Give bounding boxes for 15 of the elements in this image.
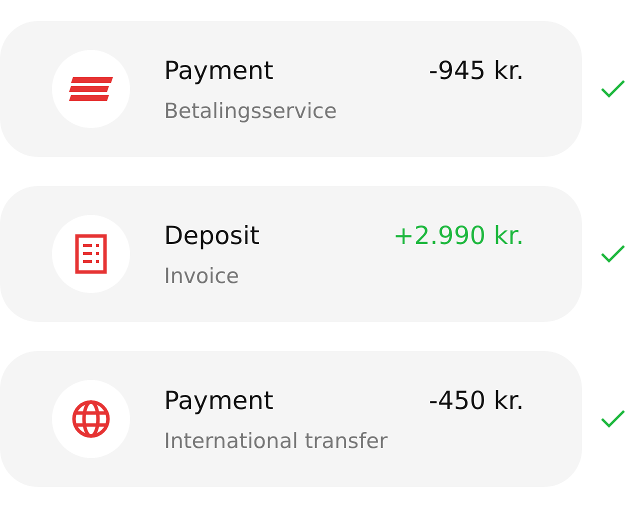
transaction-amount: -945 kr. xyxy=(428,56,524,84)
transaction-title: Payment xyxy=(164,56,274,84)
globe-icon xyxy=(71,399,111,439)
transaction-amount: +2.990 kr. xyxy=(393,220,524,250)
document-list-icon xyxy=(75,234,107,274)
transaction-title: Deposit xyxy=(164,220,260,250)
stripes-logo-icon xyxy=(69,77,113,101)
transaction-subtitle: International transfer xyxy=(164,428,389,452)
transaction-card[interactable]: Payment -450 kr. International transfer xyxy=(0,351,582,487)
transaction-title: Payment xyxy=(164,386,274,414)
transaction-card[interactable]: Payment -945 kr. Betalingsservice xyxy=(0,21,582,157)
transaction-subtitle: Betalingsservice xyxy=(164,98,338,122)
transaction-subtitle: Invoice xyxy=(164,264,240,288)
transaction-amount: -450 kr. xyxy=(428,386,524,414)
transaction-card[interactable]: Deposit +2.990 kr. Invoice xyxy=(0,186,582,322)
